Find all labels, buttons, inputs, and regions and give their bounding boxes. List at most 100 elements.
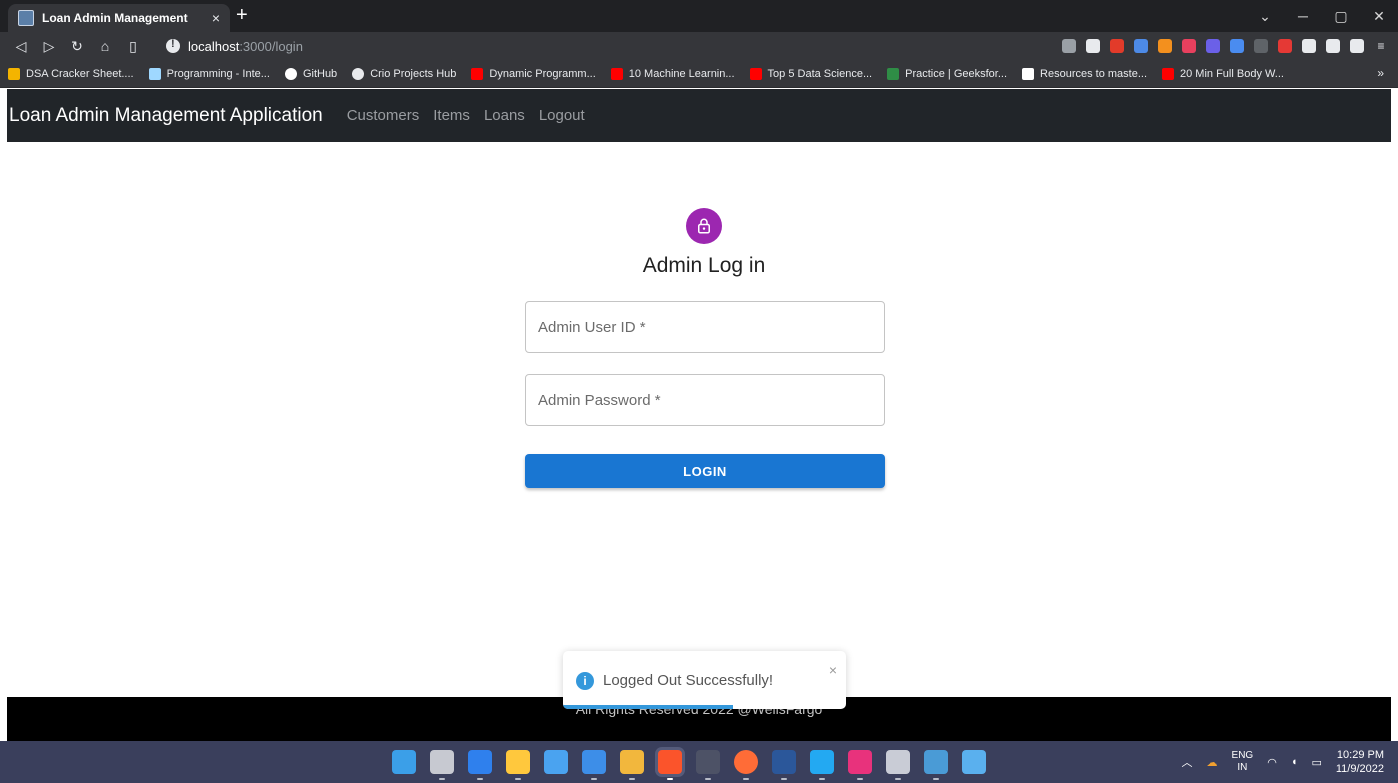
photos-icon[interactable] [962, 750, 986, 774]
bookmark-item[interactable]: Crio Projects Hub [352, 67, 457, 80]
nav-link-logout[interactable]: Logout [539, 107, 585, 124]
bookmark-label: GitHub [302, 67, 338, 80]
bookmark-item[interactable]: DSA Cracker Sheet.... [8, 67, 134, 80]
url-host: localhost [188, 38, 240, 54]
forward-icon[interactable]: ▷ [36, 38, 62, 55]
geeksforgeeks-icon [887, 67, 900, 80]
taskbar-apps [392, 750, 986, 780]
toast-notification[interactable]: i Logged Out Successfully! × [563, 651, 846, 709]
home-icon[interactable]: ⌂ [92, 38, 118, 54]
wallet-icon[interactable] [1350, 39, 1364, 53]
back-icon[interactable]: ◁ [8, 38, 34, 55]
clock[interactable]: 10:29 PM 11/9/2022 [1336, 748, 1384, 776]
extension-icon[interactable] [1134, 39, 1148, 53]
intellij-icon[interactable] [848, 750, 872, 780]
tab-search-icon[interactable]: ⌄ [1246, 8, 1284, 25]
restore-icon[interactable]: ▢ [1322, 8, 1360, 25]
brave-rewards-icon[interactable] [1110, 39, 1124, 53]
bookmark-label: 10 Machine Learnin... [628, 67, 735, 80]
password-field[interactable] [525, 374, 885, 426]
toast-close-icon[interactable]: × [829, 662, 837, 678]
bookmark-item[interactable]: Programming - Inte... [148, 67, 270, 80]
word-icon[interactable] [772, 750, 796, 780]
lang-code: ENG [1231, 750, 1254, 761]
clock-time: 10:29 PM [1336, 749, 1384, 761]
bookmarks-overflow-icon[interactable]: » [1377, 66, 1384, 80]
snipping-tool-icon[interactable] [924, 750, 948, 780]
bookmark-item[interactable]: Top 5 Data Science... [749, 67, 872, 80]
nav-link-loans[interactable]: Loans [484, 107, 525, 124]
volume-icon[interactable]: ◖ [1291, 756, 1298, 768]
vscode-icon[interactable] [810, 750, 834, 780]
terminal-icon[interactable] [696, 750, 720, 780]
sticky-notes-icon[interactable] [506, 750, 530, 780]
github-icon [284, 67, 297, 80]
url-path: :3000/login [239, 38, 303, 54]
tab-title: Loan Admin Management [42, 11, 188, 25]
lock-avatar [686, 208, 722, 244]
chevron-up-icon[interactable]: ︿ [1182, 754, 1193, 770]
info-icon: i [576, 672, 594, 690]
tab-close-icon[interactable]: × [212, 10, 220, 26]
user-id-field[interactable] [525, 301, 885, 353]
menu-icon[interactable]: ≡ [1374, 39, 1388, 53]
reload-icon[interactable]: ↻ [64, 38, 90, 55]
minimize-icon[interactable]: ─ [1284, 8, 1322, 24]
language-indicator[interactable]: ENG IN [1232, 750, 1254, 774]
taskbar: ︿ ☁ ENG IN ◠ ◖ ▭ 10:29 PM 11/9/2022 [0, 741, 1398, 783]
close-window-icon[interactable]: ✕ [1360, 8, 1398, 25]
app-brand[interactable]: Loan Admin Management Application [9, 105, 323, 127]
password-input[interactable] [526, 375, 884, 425]
new-tab-button[interactable]: + [236, 5, 248, 25]
bookmark-icon[interactable]: ▯ [120, 38, 146, 55]
notepad-icon[interactable] [886, 750, 910, 780]
share-icon[interactable] [1062, 39, 1076, 53]
youtube-icon [749, 67, 762, 80]
battery-icon[interactable]: ▭ [1311, 756, 1321, 769]
login-button[interactable]: LOGIN [525, 454, 885, 488]
bookmark-item[interactable]: 10 Machine Learnin... [610, 67, 735, 80]
user-id-input[interactable] [526, 302, 884, 352]
clock-date: 11/9/2022 [1335, 763, 1384, 775]
extension-icon[interactable] [1278, 39, 1292, 53]
onedrive-icon[interactable]: ☁ [1207, 756, 1218, 769]
file-explorer-icon[interactable] [620, 750, 644, 780]
nav-link-items[interactable]: Items [433, 107, 470, 124]
app-icon[interactable] [468, 750, 492, 780]
bookmark-item[interactable]: Practice | Geeksfor... [887, 67, 1007, 80]
desktop-icon[interactable] [582, 750, 606, 780]
extension-icon[interactable] [1206, 39, 1220, 53]
bookmark-label: Programming - Inte... [166, 67, 270, 80]
app-navbar: Loan Admin Management Application Custom… [7, 89, 1391, 142]
browser-tab[interactable]: Loan Admin Management × [8, 4, 230, 32]
wifi-icon[interactable]: ◠ [1267, 756, 1277, 769]
extension-icon[interactable] [1230, 39, 1244, 53]
bookmark-label: Resources to maste... [1040, 67, 1148, 80]
metamask-icon[interactable] [1158, 39, 1172, 53]
youtube-icon [610, 67, 623, 80]
extensions-puzzle-icon[interactable] [1302, 39, 1316, 53]
extension-icons: ≡ [1062, 34, 1388, 58]
brave-shield-icon[interactable] [1086, 39, 1100, 53]
bookmark-item[interactable]: Dynamic Programm... [471, 67, 596, 80]
bookmark-label: Crio Projects Hub [370, 67, 457, 80]
system-tray: ︿ ☁ ENG IN ◠ ◖ ▭ 10:29 PM 11/9/2022 [1182, 741, 1384, 783]
windows-start-icon[interactable] [392, 750, 416, 774]
postman-icon[interactable] [734, 750, 758, 780]
extension-icon[interactable] [1182, 39, 1196, 53]
brave-browser-icon[interactable] [658, 750, 682, 780]
sidebar-icon[interactable] [1326, 39, 1340, 53]
youtube-icon [471, 67, 484, 80]
extension-icon[interactable] [1254, 39, 1268, 53]
bookmark-item[interactable]: 20 Min Full Body W... [1162, 67, 1284, 80]
nav-link-customers[interactable]: Customers [347, 107, 420, 124]
site-info-icon[interactable] [166, 38, 180, 53]
task-view-icon[interactable] [430, 750, 454, 780]
mountain-icon [148, 67, 161, 80]
bookmark-label: 20 Min Full Body W... [1180, 67, 1284, 80]
bookmark-item[interactable]: Resources to maste... [1022, 67, 1148, 80]
toast-message: Logged Out Successfully! [603, 672, 774, 689]
bookmark-item[interactable]: GitHub [284, 67, 338, 80]
todo-icon[interactable] [544, 750, 568, 774]
lock-icon [698, 218, 710, 234]
